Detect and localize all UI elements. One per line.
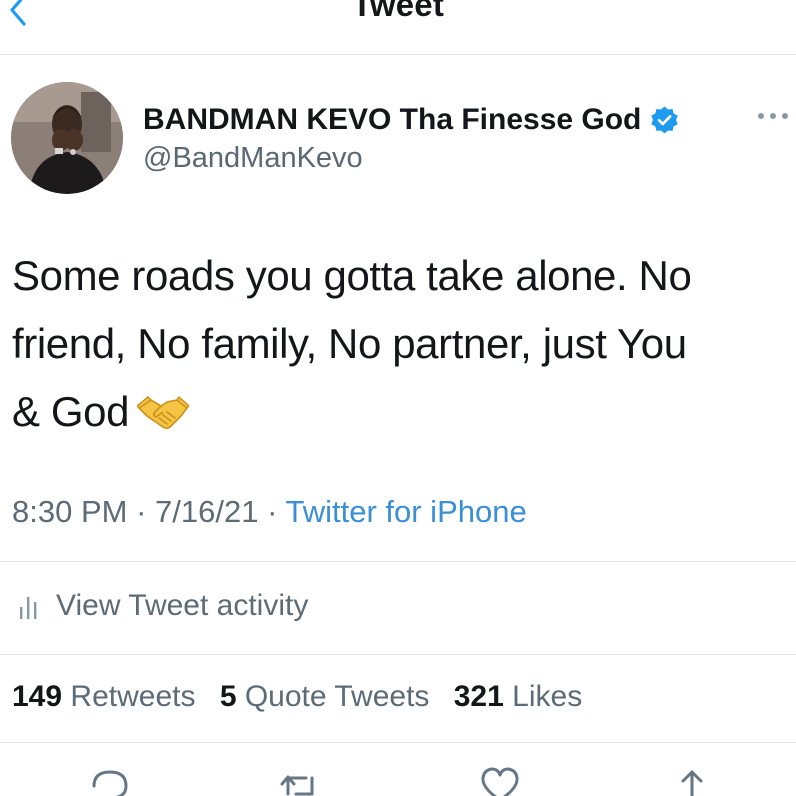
quote-tweets-count: 5 bbox=[219, 680, 237, 713]
divider bbox=[0, 742, 796, 743]
verified-badge-icon bbox=[651, 105, 679, 133]
tweet-text-line: friend, No family, No partner, just You bbox=[12, 320, 687, 367]
retweets-stat[interactable]: 149 Retweets bbox=[12, 680, 195, 714]
author-name-row[interactable]: BANDMAN KEVO Tha Finesse God bbox=[143, 100, 680, 140]
avatar[interactable] bbox=[11, 82, 123, 194]
meta-separator: · bbox=[267, 494, 278, 529]
view-tweet-activity-button[interactable]: View Tweet activity bbox=[16, 586, 308, 626]
view-tweet-activity-label: View Tweet activity bbox=[56, 589, 309, 622]
tweet-meta: 8:30 PM · 7/16/21 · Twitter for iPhone bbox=[12, 494, 527, 530]
likes-stat[interactable]: 321 Likes bbox=[454, 680, 582, 714]
avatar-image bbox=[11, 82, 123, 194]
retweets-count: 149 bbox=[12, 680, 63, 713]
tweet-detail-screen: Tweet BANDMAN KEVO Tha Finesse God @Band… bbox=[0, 0, 796, 796]
meta-separator: · bbox=[136, 494, 147, 529]
retweet-icon[interactable] bbox=[278, 764, 322, 796]
divider bbox=[0, 561, 796, 562]
likes-label: Likes bbox=[512, 680, 583, 713]
like-heart-icon[interactable] bbox=[478, 764, 522, 796]
header-title: Tweet bbox=[351, 0, 445, 23]
retweets-label: Retweets bbox=[70, 680, 196, 713]
more-options-icon[interactable] bbox=[756, 106, 790, 126]
divider bbox=[0, 654, 796, 655]
header-bar: Tweet bbox=[0, 0, 796, 55]
tweet-text-line: Some roads you gotta take alone. No bbox=[12, 252, 692, 299]
tweet-date: 7/16/21 bbox=[155, 494, 259, 529]
tweet-text: Some roads you gotta take alone. No frie… bbox=[12, 242, 782, 446]
author-display-name: BANDMAN KEVO Tha Finesse God bbox=[143, 103, 642, 136]
quote-tweets-label: Quote Tweets bbox=[244, 680, 430, 713]
tweet-time: 8:30 PM bbox=[12, 494, 128, 529]
reply-icon[interactable] bbox=[88, 764, 132, 796]
tweet-text-line: & God bbox=[12, 388, 130, 435]
likes-count: 321 bbox=[453, 680, 504, 713]
tweet-source-link[interactable]: Twitter for iPhone bbox=[285, 494, 526, 529]
quote-tweets-stat[interactable]: 5 Quote Tweets bbox=[220, 680, 430, 714]
tweet-stats: 149 Retweets 5 Quote Tweets 321 Likes bbox=[12, 680, 598, 714]
author-handle[interactable]: @BandManKevo bbox=[143, 142, 363, 175]
bar-chart-icon bbox=[20, 597, 37, 619]
handshake-emoji-icon bbox=[137, 395, 190, 430]
share-icon[interactable] bbox=[670, 764, 714, 796]
tweet-text-line-last: & God bbox=[12, 378, 782, 446]
